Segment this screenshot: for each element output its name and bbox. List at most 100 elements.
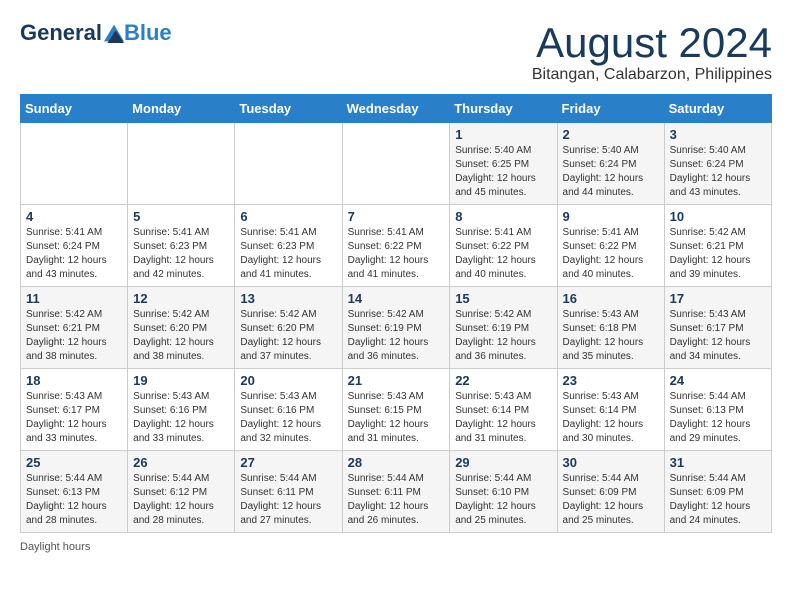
day-number: 12 [133,291,229,306]
day-header-friday: Friday [557,95,664,123]
day-number: 16 [563,291,659,306]
day-number: 17 [670,291,766,306]
calendar-day-14: 14 Sunrise: 5:42 AM Sunset: 6:19 PM Dayli… [342,287,450,369]
calendar-day-27: 27 Sunrise: 5:44 AM Sunset: 6:11 PM Dayli… [235,451,342,533]
day-info: Sunrise: 5:43 AM Sunset: 6:15 PM Dayligh… [348,390,445,446]
day-info: Sunrise: 5:43 AM Sunset: 6:17 PM Dayligh… [26,390,122,446]
day-header-tuesday: Tuesday [235,95,342,123]
calendar-day-21: 21 Sunrise: 5:43 AM Sunset: 6:15 PM Dayli… [342,369,450,451]
calendar-day-7: 7 Sunrise: 5:41 AM Sunset: 6:22 PM Daylig… [342,205,450,287]
calendar-day-3: 3Sunrise: 5:40 AM Sunset: 6:24 PM Daylig… [664,123,771,205]
location: Bitangan, Calabarzon, Philippines [532,66,772,84]
calendar-day-22: 22Sunrise: 5:43 AM Sunset: 6:14 PM Dayli… [450,369,557,451]
day-number: 20 [240,373,336,388]
day-number: 7 [348,209,445,224]
day-info: Sunrise: 5:42 AM Sunset: 6:19 PM Dayligh… [455,308,551,364]
logo-blue-text: Blue [124,20,172,46]
calendar-week-row: 11Sunrise: 5:42 AM Sunset: 6:21 PM Dayli… [21,287,772,369]
day-info: Sunrise: 5:43 AM Sunset: 6:16 PM Dayligh… [133,390,229,446]
calendar-week-row: 25 Sunrise: 5:44 AM Sunset: 6:13 PM Dayli… [21,451,772,533]
day-info: Sunrise: 5:42 AM Sunset: 6:21 PM Dayligh… [670,226,766,282]
day-number: 10 [670,209,766,224]
day-number: 29 [455,455,551,470]
month-title: August 2024 [532,20,772,66]
calendar-day-17: 17 Sunrise: 5:43 AM Sunset: 6:17 PM Dayli… [664,287,771,369]
day-number: 14 [348,291,445,306]
day-info: Sunrise: 5:44 AM Sunset: 6:12 PM Dayligh… [133,472,229,528]
day-number: 8 [455,209,551,224]
day-info: Sunrise: 5:44 AM Sunset: 6:09 PM Dayligh… [563,472,659,528]
footer-note: Daylight hours [20,541,772,553]
calendar-day-8: 8 Sunrise: 5:41 AM Sunset: 6:22 PM Daylig… [450,205,557,287]
day-info: Sunrise: 5:44 AM Sunset: 6:13 PM Dayligh… [26,472,122,528]
calendar-day-13: 13 Sunrise: 5:42 AM Sunset: 6:20 PM Dayli… [235,287,342,369]
day-number: 25 [26,455,122,470]
day-info: Sunrise: 5:41 AM Sunset: 6:23 PM Dayligh… [133,226,229,282]
day-info: Sunrise: 5:42 AM Sunset: 6:20 PM Dayligh… [133,308,229,364]
day-info: Sunrise: 5:41 AM Sunset: 6:23 PM Dayligh… [240,226,336,282]
day-info: Sunrise: 5:44 AM Sunset: 6:11 PM Dayligh… [348,472,445,528]
day-info: Sunrise: 5:42 AM Sunset: 6:19 PM Dayligh… [348,308,445,364]
day-number: 18 [26,373,122,388]
logo-icon [104,23,124,43]
day-header-monday: Monday [128,95,235,123]
day-number: 11 [26,291,122,306]
day-number: 21 [348,373,445,388]
day-info: Sunrise: 5:42 AM Sunset: 6:20 PM Dayligh… [240,308,336,364]
calendar-day-24: 24 Sunrise: 5:44 AM Sunset: 6:13 PM Dayli… [664,369,771,451]
calendar-empty-cell [342,123,450,205]
day-number: 5 [133,209,229,224]
calendar-day-25: 25 Sunrise: 5:44 AM Sunset: 6:13 PM Dayli… [21,451,128,533]
day-number: 27 [240,455,336,470]
day-info: Sunrise: 5:41 AM Sunset: 6:22 PM Dayligh… [348,226,445,282]
calendar-day-29: 29Sunrise: 5:44 AM Sunset: 6:10 PM Dayli… [450,451,557,533]
calendar-day-28: 28 Sunrise: 5:44 AM Sunset: 6:11 PM Dayli… [342,451,450,533]
day-info: Sunrise: 5:44 AM Sunset: 6:11 PM Dayligh… [240,472,336,528]
day-number: 9 [563,209,659,224]
calendar-day-9: 9 Sunrise: 5:41 AM Sunset: 6:22 PM Daylig… [557,205,664,287]
day-info: Sunrise: 5:43 AM Sunset: 6:18 PM Dayligh… [563,308,659,364]
day-info: Sunrise: 5:40 AM Sunset: 6:24 PM Dayligh… [670,144,766,200]
calendar-day-11: 11Sunrise: 5:42 AM Sunset: 6:21 PM Dayli… [21,287,128,369]
calendar-day-2: 2Sunrise: 5:40 AM Sunset: 6:24 PM Daylig… [557,123,664,205]
calendar-day-30: 30Sunrise: 5:44 AM Sunset: 6:09 PM Dayli… [557,451,664,533]
calendar-empty-cell [235,123,342,205]
day-info: Sunrise: 5:44 AM Sunset: 6:13 PM Dayligh… [670,390,766,446]
day-number: 13 [240,291,336,306]
day-number: 15 [455,291,551,306]
calendar-day-6: 6 Sunrise: 5:41 AM Sunset: 6:23 PM Daylig… [235,205,342,287]
day-info: Sunrise: 5:41 AM Sunset: 6:24 PM Dayligh… [26,226,122,282]
day-info: Sunrise: 5:43 AM Sunset: 6:16 PM Dayligh… [240,390,336,446]
day-number: 24 [670,373,766,388]
day-info: Sunrise: 5:41 AM Sunset: 6:22 PM Dayligh… [455,226,551,282]
day-number: 19 [133,373,229,388]
day-number: 4 [26,209,122,224]
day-number: 28 [348,455,445,470]
calendar-empty-cell [128,123,235,205]
day-header-saturday: Saturday [664,95,771,123]
calendar-week-row: 18 Sunrise: 5:43 AM Sunset: 6:17 PM Dayli… [21,369,772,451]
calendar-day-31: 31 Sunrise: 5:44 AM Sunset: 6:09 PM Dayli… [664,451,771,533]
day-number: 22 [455,373,551,388]
day-info: Sunrise: 5:44 AM Sunset: 6:09 PM Dayligh… [670,472,766,528]
day-number: 1 [455,127,551,142]
calendar-day-23: 23Sunrise: 5:43 AM Sunset: 6:14 PM Dayli… [557,369,664,451]
day-number: 31 [670,455,766,470]
calendar-empty-cell [21,123,128,205]
day-info: Sunrise: 5:43 AM Sunset: 6:17 PM Dayligh… [670,308,766,364]
day-info: Sunrise: 5:41 AM Sunset: 6:22 PM Dayligh… [563,226,659,282]
day-number: 6 [240,209,336,224]
calendar-day-12: 12 Sunrise: 5:42 AM Sunset: 6:20 PM Dayli… [128,287,235,369]
calendar-day-4: 4 Sunrise: 5:41 AM Sunset: 6:24 PM Daylig… [21,205,128,287]
calendar-day-18: 18 Sunrise: 5:43 AM Sunset: 6:17 PM Dayli… [21,369,128,451]
calendar-week-row: 4 Sunrise: 5:41 AM Sunset: 6:24 PM Daylig… [21,205,772,287]
day-number: 23 [563,373,659,388]
calendar-day-20: 20 Sunrise: 5:43 AM Sunset: 6:16 PM Dayli… [235,369,342,451]
calendar-day-26: 26Sunrise: 5:44 AM Sunset: 6:12 PM Dayli… [128,451,235,533]
day-header-thursday: Thursday [450,95,557,123]
calendar-day-19: 19 Sunrise: 5:43 AM Sunset: 6:16 PM Dayli… [128,369,235,451]
day-info: Sunrise: 5:40 AM Sunset: 6:25 PM Dayligh… [455,144,551,200]
calendar-day-10: 10 Sunrise: 5:42 AM Sunset: 6:21 PM Dayli… [664,205,771,287]
calendar-day-1: 1 Sunrise: 5:40 AM Sunset: 6:25 PM Daylig… [450,123,557,205]
calendar-header-row: SundayMondayTuesdayWednesdayThursdayFrid… [21,95,772,123]
